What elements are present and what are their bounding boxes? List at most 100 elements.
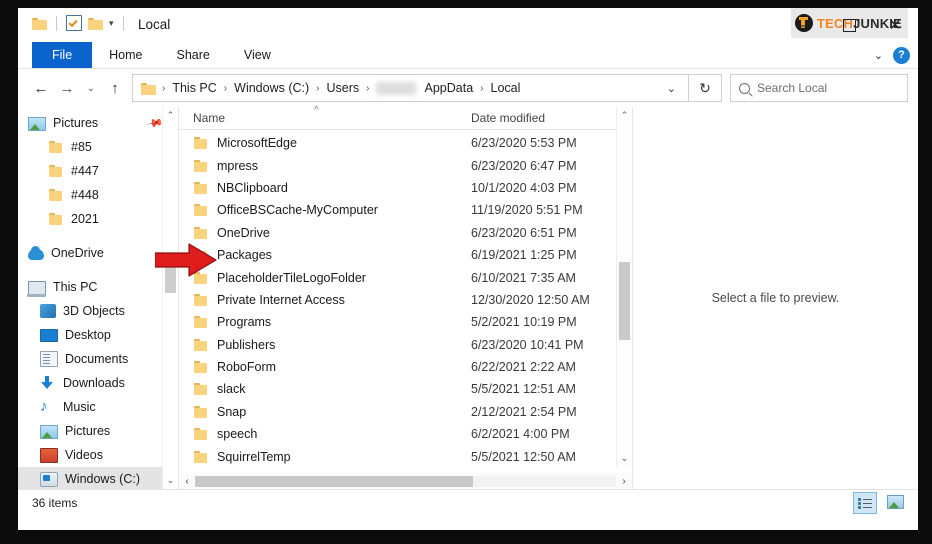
new-folder-icon[interactable] (88, 17, 103, 30)
tab-view[interactable]: View (227, 42, 288, 68)
breadcrumb-windows-c[interactable]: Windows (C:) (229, 81, 314, 95)
scroll-right-icon[interactable]: › (616, 476, 632, 487)
sidebar-item-label: Videos (65, 448, 103, 462)
tab-home[interactable]: Home (92, 42, 159, 68)
drive-icon (40, 472, 58, 487)
details-view-icon[interactable] (853, 492, 877, 514)
sidebar-item-windows-c[interactable]: Windows (C:) (18, 467, 178, 489)
search-input[interactable]: Search Local (730, 74, 908, 102)
tab-file[interactable]: File (32, 42, 93, 68)
scroll-down-icon[interactable]: ⌄ (163, 472, 178, 489)
videos-icon (40, 447, 58, 463)
up-button[interactable]: ↑ (102, 73, 128, 103)
breadcrumb-username-redacted[interactable] (375, 81, 416, 95)
navigation-pane: Pictures 📌 #85 #447 #448 2021 OneDrive T… (18, 107, 178, 489)
recent-locations-button[interactable]: ⌄ (80, 73, 102, 103)
file-name-label: NBClipboard (217, 180, 288, 195)
forward-button[interactable]: → (54, 73, 80, 103)
sidebar-item-label: Music (63, 400, 96, 414)
table-row[interactable]: Publishers 6/23/2020 10:41 PM (179, 334, 632, 356)
scroll-left-icon[interactable]: ‹ (179, 476, 195, 487)
sidebar-item-85[interactable]: #85 (18, 135, 178, 159)
large-icons-view-icon[interactable] (884, 492, 906, 512)
sidebar-item-onedrive[interactable]: OneDrive (18, 241, 178, 265)
sidebar-item-label: 2021 (71, 212, 99, 226)
address-breadcrumb-bar[interactable]: › This PC › Windows (C:) › Users › AppDa… (132, 74, 689, 102)
folder-icon[interactable] (32, 17, 47, 30)
back-button[interactable]: ← (28, 73, 54, 103)
refresh-button[interactable]: ↻ (689, 74, 722, 102)
table-row[interactable]: PlaceholderTileLogoFolder 6/10/2021 7:35 … (179, 266, 632, 288)
sidebar-item-videos[interactable]: Videos (18, 443, 178, 467)
address-dropdown-icon[interactable]: ⌄ (659, 82, 684, 95)
file-list-vertical-scrollbar[interactable]: ⌃ ⌄ (616, 107, 632, 467)
file-list-horizontal-scrollbar[interactable]: ‹ › (179, 473, 632, 489)
breadcrumb-local[interactable]: Local (486, 81, 526, 95)
breadcrumb-separator: › (223, 82, 228, 94)
scroll-up-icon[interactable]: ⌃ (617, 107, 632, 124)
breadcrumb-separator: › (366, 82, 370, 94)
file-name-label: Publishers (217, 337, 276, 352)
breadcrumb-appdata[interactable]: AppData (420, 81, 479, 95)
folder-icon (193, 405, 209, 419)
file-list-scrollbar-thumb[interactable] (619, 262, 630, 340)
sidebar-item-this-pc[interactable]: This PC (18, 275, 178, 299)
table-row-packages[interactable]: Packages 6/19/2021 1:25 PM (179, 244, 632, 266)
table-row[interactable]: slack 5/5/2021 12:51 AM (179, 378, 632, 400)
sidebar-item-3d-objects[interactable]: 3D Objects (18, 299, 178, 323)
breadcrumb-users[interactable]: Users (322, 81, 365, 95)
table-row[interactable]: RoboForm 6/22/2021 2:22 AM (179, 356, 632, 378)
scroll-down-icon[interactable]: ⌄ (617, 450, 632, 467)
sidebar-item-pictures[interactable]: Pictures (18, 419, 178, 443)
folder-icon (193, 181, 209, 195)
sidebar-item-music[interactable]: ♪ Music (18, 395, 178, 419)
table-row[interactable]: Programs 5/2/2021 10:19 PM (179, 311, 632, 333)
column-header-date-modified[interactable]: Date modified (463, 111, 632, 125)
ribbon-right-controls: ⌄ ? (874, 42, 910, 68)
file-name-label: Snap (217, 404, 247, 419)
scroll-up-icon[interactable]: ⌃ (163, 107, 178, 124)
maximize-icon[interactable] (826, 8, 872, 42)
sidebar-item-447[interactable]: #447 (18, 159, 178, 183)
sidebar-item-documents[interactable]: Documents (18, 347, 178, 371)
file-name-label: OfficeBSCache-MyComputer (217, 203, 378, 218)
table-row[interactable]: mpress 6/23/2020 6:47 PM (179, 154, 632, 176)
help-icon[interactable]: ? (893, 46, 910, 64)
table-row[interactable]: Private Internet Access 12/30/2020 12:50 … (179, 289, 632, 311)
navigation-tree: Pictures 📌 #85 #447 #448 2021 OneDrive T… (18, 107, 178, 489)
column-header-name[interactable]: Name (179, 111, 463, 125)
tab-share[interactable]: Share (160, 42, 227, 68)
table-row[interactable]: MicrosoftEdge 6/23/2020 5:53 PM (179, 132, 632, 154)
table-row[interactable]: OfficeBSCache-MyComputer 11/19/2020 5:51 … (179, 199, 632, 221)
file-list-pane: Name Date modified ^ MicrosoftEdge 6/23/2… (178, 105, 632, 489)
sidebar-item-2021[interactable]: 2021 (18, 207, 178, 231)
sidebar-item-desktop[interactable]: Desktop (18, 323, 178, 347)
table-row[interactable]: NBClipboard 10/1/2020 4:03 PM (179, 177, 632, 199)
horizontal-scrollbar-thumb[interactable] (195, 475, 473, 487)
table-row[interactable]: OneDrive 6/23/2020 6:51 PM (179, 222, 632, 244)
horizontal-scroll-track[interactable] (195, 475, 616, 487)
chevron-down-icon[interactable]: ⌄ (874, 49, 883, 62)
navigation-scrollbar[interactable]: ⌃ ⌄ (162, 107, 178, 489)
sidebar-item-pictures-quick[interactable]: Pictures 📌 (18, 111, 178, 135)
folder-icon (193, 315, 209, 329)
properties-checkbox-icon[interactable] (66, 15, 82, 31)
folder-icon (193, 427, 209, 441)
breadcrumb-this-pc[interactable]: This PC (167, 81, 221, 95)
sidebar-item-downloads[interactable]: Downloads (18, 371, 178, 395)
table-row[interactable]: speech 6/2/2021 4:00 PM (179, 423, 632, 445)
file-name-cell: Private Internet Access (179, 293, 463, 307)
close-icon[interactable]: ✕ (872, 8, 918, 42)
breadcrumb-separator: › (162, 82, 166, 94)
table-row[interactable]: SquirrelTemp 5/5/2021 12:50 AM (179, 445, 632, 467)
table-row[interactable]: Snap 2/12/2021 2:54 PM (179, 401, 632, 423)
folder-icon (193, 136, 209, 150)
sidebar-item-label: #448 (71, 188, 99, 202)
folder-icon (48, 212, 64, 226)
sidebar-item-label: Downloads (63, 376, 125, 390)
ribbon-tabs: File Home Share View (18, 42, 918, 68)
chevron-down-icon[interactable]: ▾ (109, 18, 114, 28)
sidebar-item-448[interactable]: #448 (18, 183, 178, 207)
file-date-cell: 11/19/2020 5:51 PM (471, 203, 583, 218)
sidebar-item-label: Windows (C:) (65, 472, 141, 486)
